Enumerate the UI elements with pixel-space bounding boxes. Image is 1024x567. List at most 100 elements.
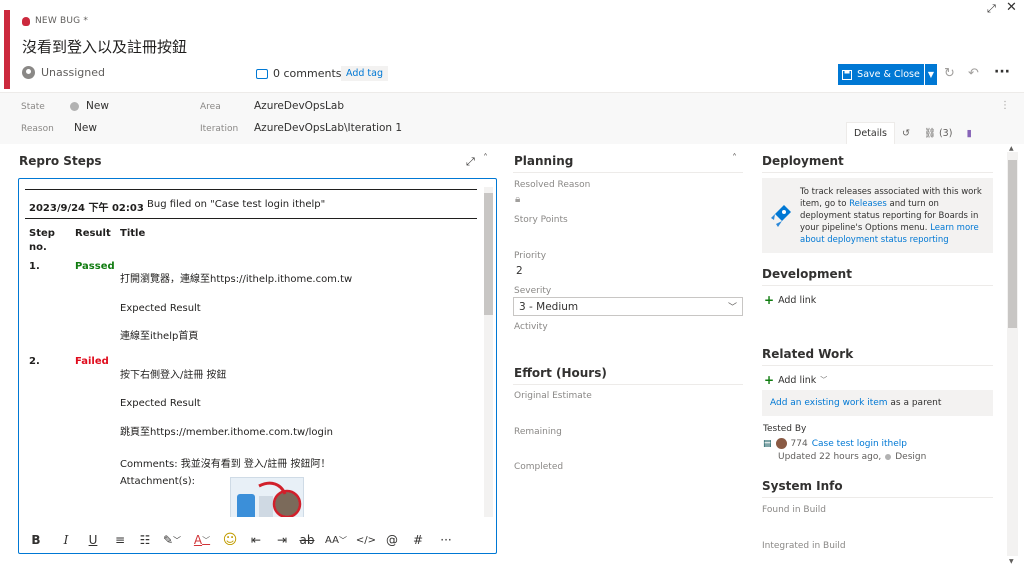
attachment-icon: ▮ (966, 127, 972, 139)
add-parent-text: Add an existing work item as a parent (770, 398, 941, 408)
tested-by-item[interactable]: ▤ 774 Case test login ithelp (763, 438, 907, 449)
rich-text-toolbar: B I U ≡ ☷ ✎ ﹀ A ﹀ ☺ ⇤ ⇥ ab AA ﹀ </> @ # ··· (19, 527, 496, 553)
tab-attachments[interactable]: ▮ (959, 122, 978, 144)
form-tabs: Details ↺ ⛓ (3) ▮ (846, 122, 979, 144)
priority-label: Priority (514, 251, 547, 261)
iteration-label: Iteration (200, 124, 239, 134)
link-icon: ⛓ (923, 127, 936, 139)
linked-item-id: 774 (790, 438, 808, 449)
history-icon: ↺ (901, 127, 910, 139)
scroll-down-icon[interactable]: ▼ (1009, 558, 1014, 565)
add-existing-work-item-link[interactable]: Add an existing work item (770, 398, 888, 408)
assigned-to-field[interactable]: Unassigned (22, 66, 105, 79)
work-item-title[interactable]: 沒看到登入以及註冊按鈕 (22, 36, 187, 57)
linked-item-title[interactable]: Case test login ithelp (812, 439, 907, 449)
maximize-icon[interactable]: ⤢ (466, 155, 475, 169)
severity-select[interactable]: 3 - Medium ﹀ (513, 297, 743, 316)
tab-details[interactable]: Details (846, 122, 895, 144)
toolbar-more-button[interactable]: ··· (431, 533, 461, 547)
font-size-button[interactable]: AA ﹀ (319, 535, 353, 546)
bold-button[interactable]: B (19, 533, 53, 547)
plus-icon: + (764, 293, 775, 307)
repro-steps-content[interactable]: 2023/9/24 下午 02:03 Bug filed on "Case te… (25, 185, 481, 517)
close-icon[interactable]: ✕ (1006, 0, 1017, 15)
expected-result: 跳頁至https://member.ithome.com.tw/login (120, 427, 333, 438)
development-add-link[interactable]: + Add link (764, 293, 816, 307)
avatar-icon (22, 66, 35, 79)
priority-value[interactable]: 2 (516, 265, 523, 277)
add-link-label: Add link (778, 374, 817, 386)
tab-history[interactable]: ↺ (895, 122, 917, 144)
as-parent-text: as a parent (887, 398, 942, 408)
state-value[interactable]: New (86, 100, 109, 112)
underline-button[interactable]: U (79, 533, 107, 547)
tab-links[interactable]: ⛓ (3) (917, 122, 960, 144)
collapse-chevron-icon[interactable]: ˄ (483, 153, 488, 164)
section-divider (762, 497, 993, 498)
strikethrough-button[interactable]: ab (295, 533, 319, 547)
expand-icon[interactable]: ⤢ (987, 2, 996, 16)
planning-heading: Planning (514, 154, 574, 168)
font-color-button[interactable]: A ﹀ (187, 533, 217, 547)
plus-icon: + (764, 373, 775, 387)
scroll-up-icon[interactable]: ▲ (1009, 145, 1014, 152)
state-dot-icon (70, 102, 79, 111)
deployment-description: To track releases associated with this w… (800, 186, 988, 246)
save-options-dropdown[interactable]: ▼ (925, 64, 937, 85)
repro-steps-editor[interactable]: 2023/9/24 下午 02:03 Bug filed on "Case te… (18, 178, 497, 554)
emoji-button[interactable]: ☺ (217, 532, 243, 548)
expected-result-label: Expected Result (120, 398, 201, 409)
reason-value[interactable]: New (74, 122, 97, 134)
outdent-button[interactable]: ⇤ (243, 533, 269, 547)
divider (25, 189, 477, 190)
step-number: 2. (29, 356, 40, 367)
more-actions-button[interactable]: ··· (994, 64, 1010, 80)
list-button[interactable]: ☷ (133, 533, 157, 547)
align-button[interactable]: ≡ (107, 533, 133, 547)
chevron-down-icon: ﹀ (202, 535, 211, 545)
comment-icon (256, 68, 268, 79)
highlight-button[interactable]: ✎ ﹀ (157, 533, 187, 547)
linked-item-state: Design (895, 452, 927, 462)
expected-result-label: Expected Result (120, 303, 201, 314)
remaining-label: Remaining (514, 427, 562, 437)
refresh-icon[interactable]: ↻ (944, 66, 955, 81)
col-step-header: Step (29, 228, 55, 239)
collapse-chevron-icon[interactable]: ˄ (732, 153, 737, 164)
severity-value: 3 - Medium (519, 300, 579, 313)
linked-item-updated: Updated 22 hours ago, (778, 452, 882, 462)
comments-link[interactable]: 0 comments (256, 67, 342, 80)
section-divider (513, 172, 743, 173)
code-button[interactable]: </> (353, 535, 379, 546)
page-scrollbar-thumb[interactable] (1008, 160, 1017, 328)
releases-link[interactable]: Releases (849, 199, 887, 209)
iteration-value[interactable]: AzureDevOpsLab\Iteration 1 (254, 122, 402, 134)
deployment-heading: Deployment (762, 154, 844, 168)
work-item-form: ⤢ ✕ NEW BUG * 沒看到登入以及註冊按鈕 Unassigned 0 c… (0, 0, 1024, 567)
editor-scrollbar-thumb[interactable] (484, 193, 493, 315)
hashtag-button[interactable]: # (405, 533, 431, 547)
screenshot-thumbnail-image (231, 478, 303, 517)
add-tag-button[interactable]: Add tag (341, 66, 388, 81)
bug-filed-timestamp: 2023/9/24 下午 02:03 (29, 203, 144, 214)
col-title-header: Title (120, 228, 146, 239)
bug-icon (22, 16, 30, 26)
collapse-header-icon[interactable]: ⋮ (1000, 100, 1010, 111)
activity-label: Activity (514, 322, 548, 332)
area-value[interactable]: AzureDevOpsLab (254, 100, 344, 112)
highlight-icon: ✎ (162, 533, 174, 547)
related-work-add-link[interactable]: + Add link ﹀ (764, 373, 827, 387)
comments-count: 0 comments (273, 67, 342, 80)
work-item-type: NEW BUG * (22, 16, 88, 26)
save-close-button[interactable]: Save & Close (838, 64, 924, 85)
attachments-label: Attachment(s): (120, 476, 196, 487)
italic-button[interactable]: I (53, 533, 79, 547)
chevron-down-icon: ﹀ (338, 535, 347, 545)
col-result-header: Result (75, 228, 111, 239)
indent-button[interactable]: ⇥ (269, 533, 295, 547)
save-icon (842, 69, 853, 80)
attachment-thumbnail[interactable] (230, 477, 304, 517)
undo-icon[interactable]: ↶ (968, 66, 979, 81)
mention-button[interactable]: @ (379, 533, 405, 547)
chevron-down-icon: ﹀ (820, 376, 828, 384)
